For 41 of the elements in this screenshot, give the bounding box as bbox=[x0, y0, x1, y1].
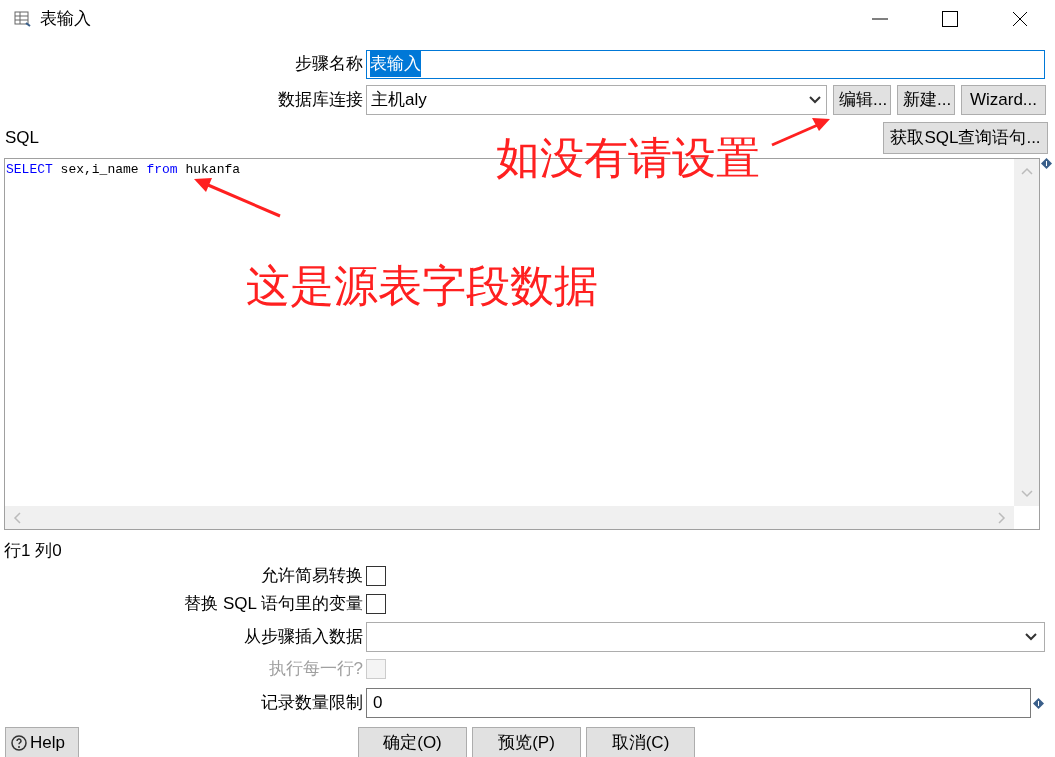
chevron-down-icon bbox=[808, 94, 822, 105]
chevron-down-icon bbox=[1020, 490, 1033, 498]
connection-button[interactable]: 新建... bbox=[897, 84, 955, 115]
field-label: 数据库连接 bbox=[278, 88, 363, 111]
limit-field[interactable]: 0 bbox=[366, 688, 1031, 718]
step-name-field[interactable]: 表输入 bbox=[366, 49, 1045, 79]
connection-button[interactable]: Wizard... bbox=[961, 84, 1046, 115]
table-icon bbox=[14, 9, 32, 28]
field-label: 替换 SQL 语句里的变量 bbox=[184, 593, 363, 616]
field-label: 步骤名称 bbox=[295, 53, 363, 76]
field-label: 执行每一行? bbox=[268, 658, 363, 681]
field-label: 允许简易转换 bbox=[261, 565, 363, 588]
step-dropdown[interactable] bbox=[366, 622, 1045, 652]
dialog-button[interactable]: 取消(C) bbox=[586, 727, 695, 757]
variable-icon bbox=[1041, 158, 1052, 169]
annotation-text: 这是源表字段数据 bbox=[246, 264, 598, 308]
connection-dropdown[interactable]: 主机aly bbox=[366, 84, 827, 115]
field-label: 从步骤插入数据 bbox=[244, 626, 363, 649]
maximize-icon bbox=[942, 10, 958, 27]
sql-code: SELECT sex,i_name from hukanfa bbox=[6, 162, 241, 177]
chevron-up-icon bbox=[1020, 167, 1033, 175]
cursor-position: 行1 列0 bbox=[4, 541, 62, 560]
field-label: 记录数量限制 bbox=[261, 692, 363, 715]
vertical-scrollbar[interactable] bbox=[1014, 159, 1039, 506]
help-button[interactable]: Help bbox=[5, 727, 79, 757]
close-icon bbox=[1012, 10, 1028, 27]
minimize-icon bbox=[872, 17, 888, 20]
variable-icon bbox=[1033, 697, 1044, 709]
sql-label: SQL bbox=[5, 127, 40, 150]
chevron-left-icon bbox=[13, 511, 21, 524]
checkbox[interactable] bbox=[366, 594, 386, 614]
chevron-down-icon bbox=[1024, 632, 1038, 642]
help-icon bbox=[11, 735, 27, 751]
window-title: 表输入 bbox=[40, 7, 91, 30]
horizontal-scrollbar[interactable] bbox=[5, 506, 1014, 529]
dialog-button[interactable]: 预览(P) bbox=[472, 727, 581, 757]
dialog-button[interactable]: 确定(O) bbox=[358, 727, 467, 757]
chevron-right-icon bbox=[998, 511, 1006, 524]
get-sql-button[interactable]: 获取SQL查询语句... bbox=[883, 122, 1048, 154]
connection-button[interactable]: 编辑... bbox=[833, 84, 891, 115]
checkbox[interactable] bbox=[366, 566, 386, 586]
